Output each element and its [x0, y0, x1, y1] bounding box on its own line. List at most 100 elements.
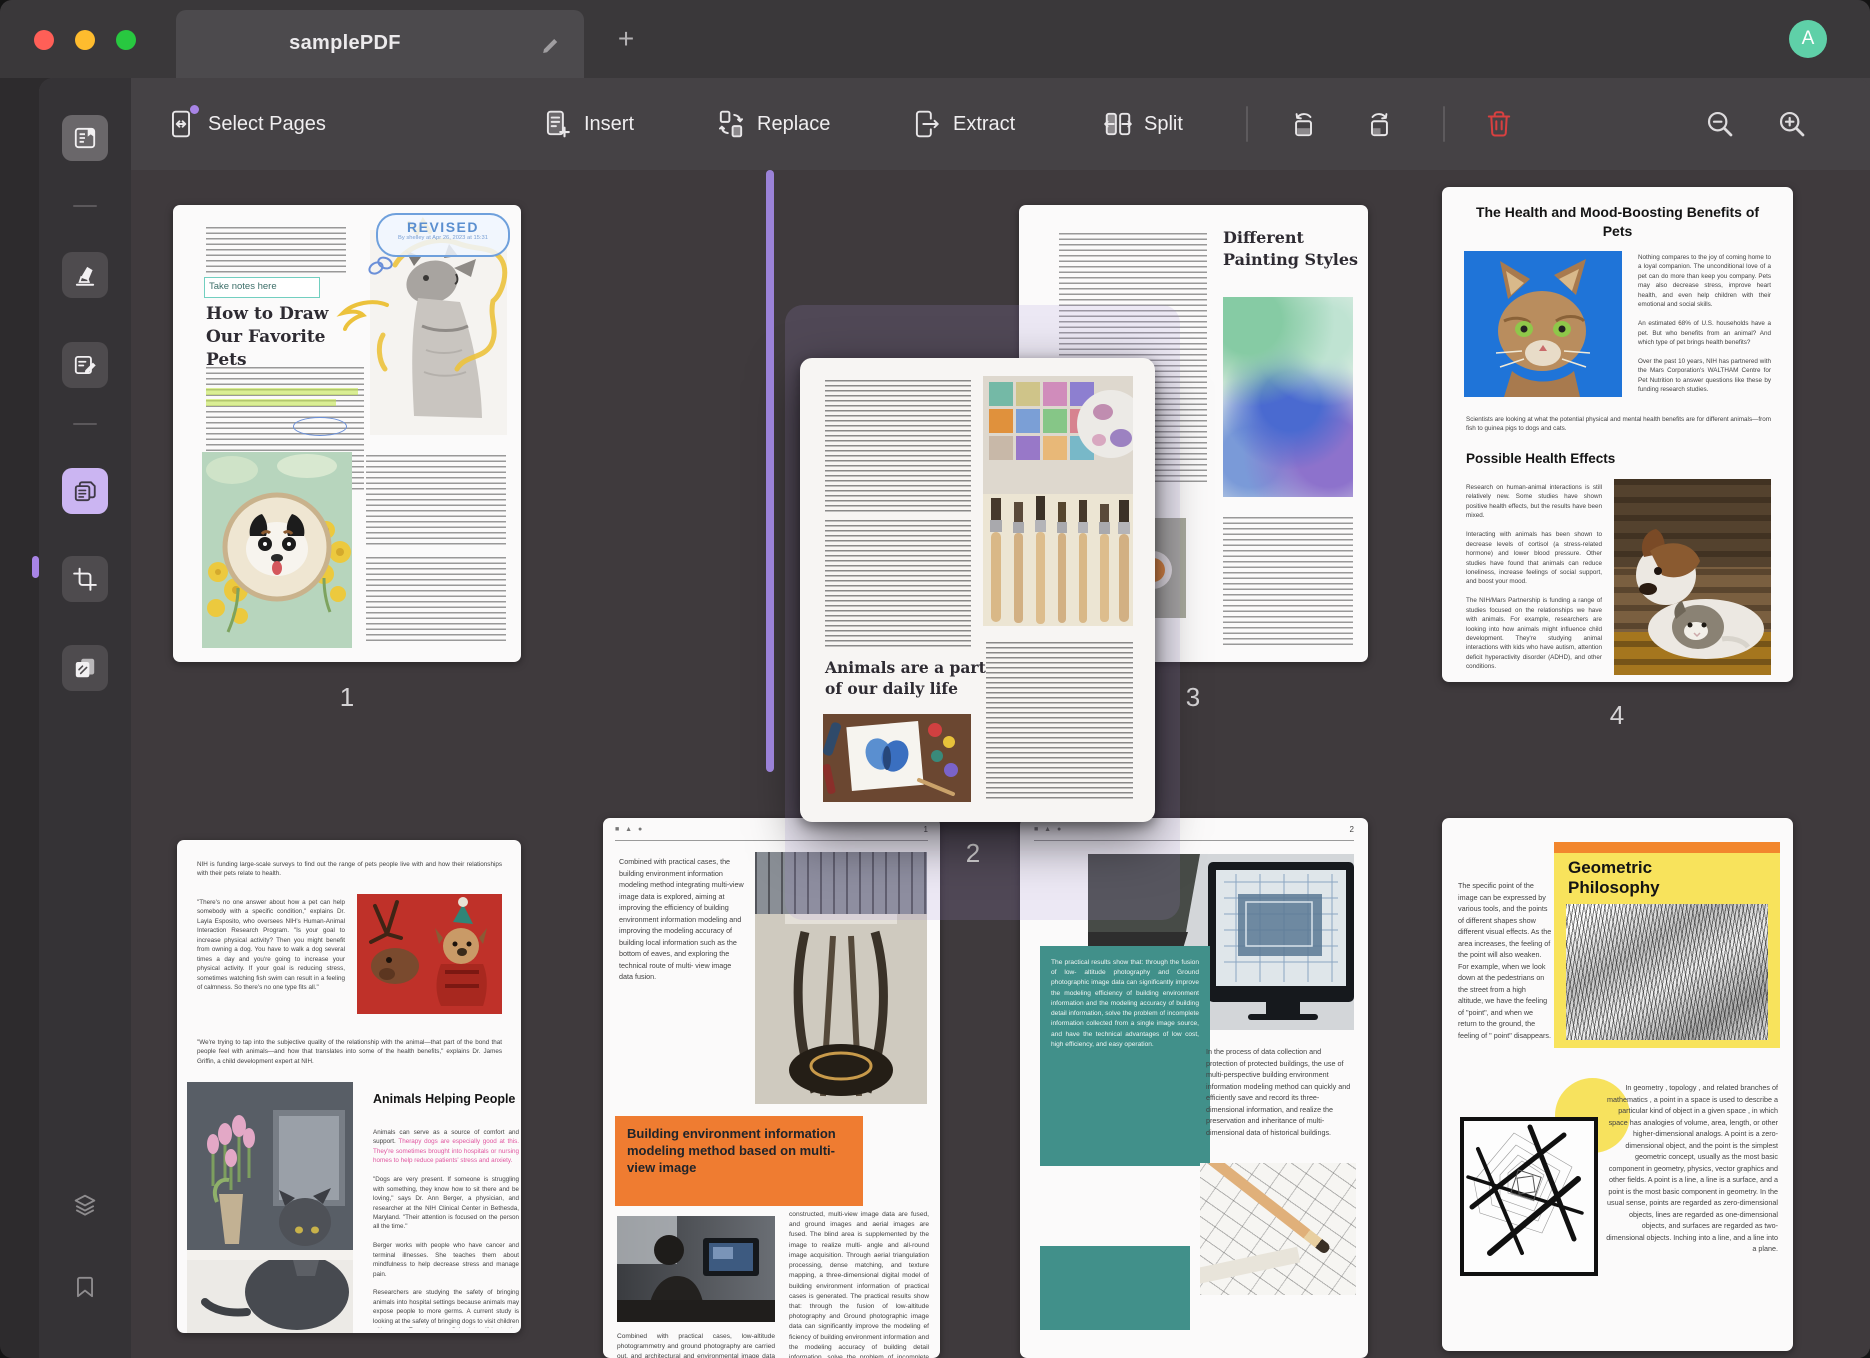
replace-label: Replace	[757, 113, 830, 136]
page6-title-banner: Building environment information modelin…	[615, 1116, 863, 1206]
page-thumbnail-8[interactable]: The specific point of the image can be e…	[1442, 818, 1793, 1351]
page6-column1: Combined with practical cases, low-altit…	[617, 1332, 775, 1358]
rename-pencil-icon[interactable]	[540, 34, 562, 56]
page3-heading: Different Painting Styles	[1223, 227, 1363, 270]
text-lines	[825, 380, 971, 512]
active-tool-indicator	[32, 556, 39, 578]
page8-right-text: In geometry , topology , and related bra…	[1604, 1082, 1778, 1308]
select-pages-icon	[167, 109, 195, 139]
reader-icon	[72, 125, 98, 151]
page4-paragraph: Research on human-animal interactions is…	[1466, 483, 1602, 675]
page-thumbnail-4[interactable]: The Health and Mood-Boosting Benefits of…	[1442, 187, 1793, 682]
select-pages-label: Select Pages	[208, 113, 326, 136]
text-lines	[986, 642, 1133, 802]
page6-abstract: Combined with practical cases, the build…	[619, 856, 747, 1108]
dragged-page-ghost: Animals are a part of our daily life	[800, 358, 1155, 822]
sidebar-divider	[73, 205, 97, 207]
geometric-spiral-art	[1460, 1117, 1598, 1276]
page6-column2: constructed, multi-view image data are f…	[789, 1210, 929, 1358]
blueprint-pencil-photo	[1200, 1163, 1356, 1295]
watercolor-image	[1223, 297, 1353, 497]
man-at-computer-photo	[617, 1216, 775, 1322]
rotate-left-button[interactable]	[1288, 78, 1316, 170]
page4-heading2: Possible Health Effects	[1466, 451, 1615, 466]
dogs-in-costumes-photo	[357, 894, 502, 1014]
app-window: samplePDF + A	[0, 0, 1870, 1358]
paper-header-icons: ■ ▲ ●	[615, 826, 644, 833]
page-thumbnail-1[interactable]: Take notes here How to Draw Our Favorite…	[173, 205, 521, 662]
titlebar: samplePDF + A	[0, 0, 1870, 78]
sidebar-divider	[73, 423, 97, 425]
page8-title: Geometric Philosophy	[1568, 858, 1738, 899]
split-button[interactable]: Split	[1103, 78, 1183, 170]
toolbar-divider	[1246, 106, 1248, 142]
account-avatar[interactable]: A	[1789, 20, 1827, 58]
close-window-button[interactable]	[34, 30, 54, 50]
new-tab-button[interactable]: +	[608, 22, 644, 58]
content-frame: Select Pages Insert	[39, 78, 1870, 1358]
page5-heading: Animals Helping People	[373, 1092, 518, 1107]
page5-paragraph: "We're trying to tap into the subjective…	[197, 1038, 502, 1072]
toolbar: Select Pages Insert	[131, 78, 1870, 170]
split-label: Split	[1144, 113, 1183, 136]
document-tab[interactable]: samplePDF	[176, 10, 584, 78]
page-organizer-canvas[interactable]: Take notes here How to Draw Our Favorite…	[131, 170, 1870, 1358]
zoom-out-button[interactable]	[1705, 78, 1733, 170]
page8-left-text: The specific point of the image can be e…	[1458, 880, 1552, 1116]
text-lines	[825, 520, 971, 650]
sidebar-item-bookmarks[interactable]	[62, 1264, 108, 1310]
drop-slot-number: 2	[966, 838, 980, 869]
page4-paragraph: Scientists are looking at what the poten…	[1466, 415, 1771, 439]
sidebar-item-markup[interactable]	[62, 252, 108, 298]
dog-embroidery-image	[202, 452, 352, 648]
text-lines	[1223, 517, 1353, 645]
rotate-right-button[interactable]	[1365, 78, 1393, 170]
page-thumbnail-5[interactable]: NIH is funding large-scale surveys to fi…	[177, 840, 521, 1333]
page-number-3: 3	[1186, 682, 1200, 713]
note-edit-icon	[72, 352, 98, 378]
insert-label: Insert	[584, 113, 634, 136]
zoom-in-button[interactable]	[1777, 78, 1805, 170]
zoom-in-icon	[1777, 109, 1805, 139]
page4-title: The Health and Mood-Boosting Benefits of…	[1467, 203, 1768, 241]
duplicate-pages-icon	[72, 655, 98, 681]
palette-and-brushes-image	[983, 376, 1133, 626]
sidebar-item-flatten[interactable]	[62, 645, 108, 691]
organize-pages-icon	[72, 478, 98, 504]
bookmark-icon	[72, 1274, 98, 1300]
page7-teal-callout: The practical results show that: through…	[1040, 946, 1210, 1166]
page5-paragraph: "There's no one answer about how a pet c…	[197, 898, 345, 1034]
toolbar-divider	[1443, 106, 1445, 142]
wireframe-mesh-image	[1566, 904, 1768, 1040]
fullscreen-window-button[interactable]	[116, 30, 136, 50]
text-lines	[366, 455, 506, 545]
sidebar-item-crop[interactable]	[62, 556, 108, 602]
extract-icon	[912, 109, 940, 139]
dog-and-cat-photo	[1614, 479, 1771, 675]
page7-teal-block	[1040, 1246, 1190, 1330]
insert-button[interactable]: Insert	[543, 78, 634, 170]
replace-icon	[716, 109, 744, 139]
rotate-right-icon	[1365, 109, 1393, 139]
page2-heading: Animals are a part of our daily life	[825, 658, 1000, 700]
sidebar	[39, 78, 131, 1358]
paper-page-number: 2	[1350, 825, 1354, 834]
cat-photo	[1464, 251, 1622, 397]
select-pages-button[interactable]: Select Pages	[167, 78, 326, 170]
document-title: samplePDF	[176, 32, 514, 55]
text-lines	[366, 557, 506, 645]
extract-button[interactable]: Extract	[912, 78, 1015, 170]
sidebar-item-organize-pages[interactable]	[62, 468, 108, 514]
sidebar-item-edit[interactable]	[62, 342, 108, 388]
delete-pages-button[interactable]	[1485, 78, 1513, 170]
sidebar-item-reader[interactable]	[62, 115, 108, 161]
sidebar-item-layers[interactable]	[62, 1182, 108, 1228]
replace-button[interactable]: Replace	[716, 78, 830, 170]
minimize-window-button[interactable]	[75, 30, 95, 50]
butterfly-painting-image	[823, 714, 971, 802]
insert-icon	[543, 109, 571, 139]
crop-icon	[72, 566, 98, 592]
highlighter-icon	[72, 262, 98, 288]
page4-paragraph: Nothing compares to the joy of coming ho…	[1638, 253, 1771, 411]
rotate-left-icon	[1288, 109, 1316, 139]
